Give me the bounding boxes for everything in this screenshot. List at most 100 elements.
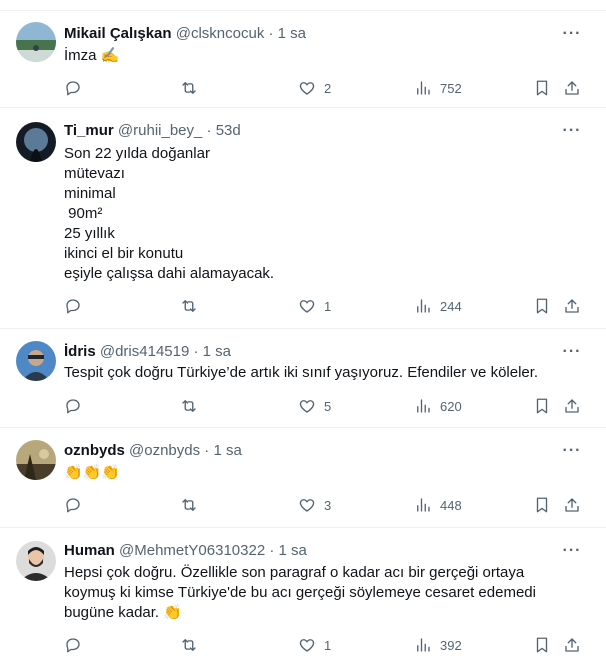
bookmark-button[interactable]	[533, 395, 551, 417]
like-count: 2	[324, 80, 332, 96]
heart-icon	[299, 639, 315, 652]
tweet-text: Hepsi çok doğru. Özellikle son paragraf …	[64, 564, 536, 621]
share-button[interactable]	[563, 77, 581, 99]
bookmark-button[interactable]	[533, 494, 551, 516]
bookmark-icon	[536, 497, 548, 513]
views-count: 752	[440, 80, 462, 96]
reply-button[interactable]	[64, 77, 82, 99]
retweet-button[interactable]	[180, 395, 198, 417]
views-bar-chart-icon	[417, 399, 430, 413]
author-name[interactable]: oznbyds	[64, 442, 125, 459]
views-button[interactable]: 244	[414, 295, 462, 317]
bookmark-icon	[536, 637, 548, 653]
more-options-icon[interactable]: ···	[560, 123, 584, 145]
reply-button[interactable]	[64, 634, 82, 656]
reply-icon	[66, 299, 80, 314]
share-icon	[565, 498, 579, 512]
retweet-icon	[182, 300, 196, 312]
bookmark-button[interactable]	[533, 634, 551, 656]
author-handle[interactable]: @ruhii_bey_	[118, 122, 202, 139]
reply-button[interactable]	[64, 494, 82, 516]
author-handle[interactable]: @dris414519	[100, 343, 189, 360]
timestamp[interactable]: 1 sa	[279, 542, 307, 559]
like-button[interactable]: 1	[298, 634, 331, 656]
bookmark-icon	[536, 298, 548, 314]
author-handle[interactable]: @clskncocuk	[176, 25, 265, 42]
tweet[interactable]: İdris @dris414519 · 1 sa ··· Tespit çok …	[0, 329, 606, 428]
reply-button[interactable]	[64, 295, 82, 317]
more-options-icon[interactable]: ···	[560, 443, 584, 465]
views-count: 392	[440, 637, 462, 653]
author-name[interactable]: Mikail Çalışkan	[64, 25, 172, 42]
avatar[interactable]	[16, 541, 56, 581]
avatar[interactable]	[16, 341, 56, 381]
share-icon	[565, 81, 579, 95]
retweet-button[interactable]	[180, 77, 198, 99]
heart-icon	[299, 82, 315, 95]
tweet[interactable]: Ti_mur @ruhii_bey_ · 53d ··· Son 22 yıld…	[0, 108, 606, 329]
separator-dot: ·	[268, 25, 274, 42]
views-bar-chart-icon	[417, 498, 430, 512]
avatar[interactable]	[16, 22, 56, 62]
retweet-button[interactable]	[180, 494, 198, 516]
tweet-header: Human @MehmetY06310322 · 1 sa	[64, 541, 307, 561]
timestamp[interactable]: 1 sa	[203, 343, 231, 360]
tweet[interactable]: Mikail Çalışkan @clskncocuk · 1 sa ··· İ…	[0, 11, 606, 108]
author-handle[interactable]: @oznbyds	[129, 442, 200, 459]
separator-dot: ·	[193, 343, 199, 360]
retweet-icon	[182, 400, 196, 412]
heart-icon	[299, 400, 315, 413]
retweet-button[interactable]	[180, 295, 198, 317]
tweet-actions: 1 244	[0, 295, 606, 317]
author-handle[interactable]: @MehmetY06310322	[119, 542, 265, 559]
reply-feed: Mikail Çalışkan @clskncocuk · 1 sa ··· İ…	[0, 0, 606, 667]
retweet-icon	[182, 639, 196, 651]
bookmark-button[interactable]	[533, 295, 551, 317]
reply-icon	[66, 399, 80, 414]
views-button[interactable]: 620	[414, 395, 462, 417]
share-icon	[565, 299, 579, 313]
tweet-actions: 3 448	[0, 494, 606, 516]
author-name[interactable]: Ti_mur	[64, 122, 114, 139]
tweet-text: 👏👏👏	[64, 464, 121, 481]
tweet-text: Son 22 yılda doğanlar mütevazı minimal 9…	[64, 145, 275, 282]
share-button[interactable]	[563, 395, 581, 417]
more-options-icon[interactable]: ···	[560, 26, 584, 48]
share-button[interactable]	[563, 295, 581, 317]
separator-dot: ·	[204, 442, 210, 459]
like-button[interactable]: 5	[298, 395, 331, 417]
views-bar-chart-icon	[417, 299, 430, 313]
tweet[interactable]: oznbyds @oznbyds · 1 sa ··· 👏👏👏 3 448	[0, 428, 606, 528]
bookmark-button[interactable]	[533, 77, 551, 99]
share-button[interactable]	[563, 494, 581, 516]
timestamp[interactable]: 1 sa	[278, 25, 306, 42]
views-button[interactable]: 448	[414, 494, 462, 516]
more-options-icon[interactable]: ···	[560, 543, 584, 565]
like-button[interactable]: 1	[298, 295, 331, 317]
bookmark-icon	[536, 80, 548, 96]
author-name[interactable]: Human	[64, 542, 115, 559]
separator-dot: ·	[206, 122, 212, 139]
timestamp[interactable]: 1 sa	[213, 442, 241, 459]
share-button[interactable]	[563, 634, 581, 656]
like-button[interactable]: 3	[298, 494, 331, 516]
views-button[interactable]: 392	[414, 634, 462, 656]
share-icon	[565, 638, 579, 652]
tweet-header: Ti_mur @ruhii_bey_ · 53d	[64, 121, 241, 141]
views-button[interactable]: 752	[414, 77, 462, 99]
author-name[interactable]: İdris	[64, 343, 96, 360]
avatar[interactable]	[16, 122, 56, 162]
like-button[interactable]: 2	[298, 77, 331, 99]
avatar[interactable]	[16, 440, 56, 480]
heart-icon	[299, 499, 315, 512]
tweet-text: Tespit çok doğru Türkiye’de artık iki sı…	[64, 364, 539, 381]
timestamp[interactable]: 53d	[216, 122, 241, 139]
reply-button[interactable]	[64, 395, 82, 417]
views-bar-chart-icon	[417, 81, 430, 95]
retweet-icon	[182, 82, 196, 94]
tweet[interactable]: Human @MehmetY06310322 · 1 sa ··· Hepsi …	[0, 528, 606, 667]
reply-icon	[66, 638, 80, 653]
bookmark-icon	[536, 398, 548, 414]
retweet-button[interactable]	[180, 634, 198, 656]
tweet-text: İmza ✍️	[64, 47, 120, 64]
